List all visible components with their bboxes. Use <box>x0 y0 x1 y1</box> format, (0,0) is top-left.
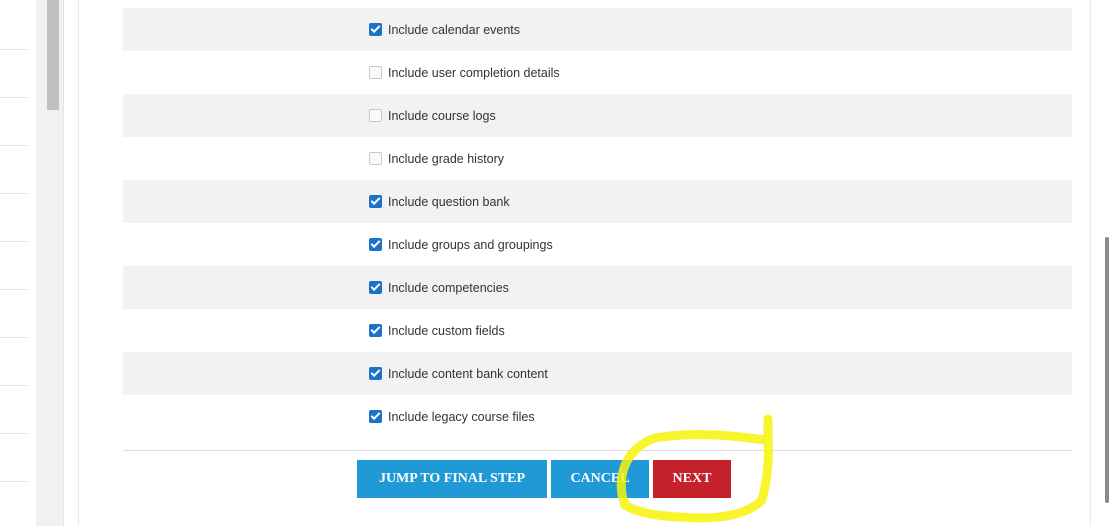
form-divider <box>123 450 1072 451</box>
gutter-tick <box>0 385 28 386</box>
backup-option-label[interactable]: Include custom fields <box>388 324 505 338</box>
gutter-tick <box>0 433 28 434</box>
backup-option-row[interactable]: Include calendar events <box>123 8 1072 51</box>
backup-option-row[interactable]: Include legacy course files <box>123 395 1072 438</box>
gutter-tick <box>0 241 28 242</box>
backup-option-row[interactable]: Include user completion details <box>123 51 1072 94</box>
cancel-button[interactable]: CANCEL <box>551 460 649 498</box>
jump-to-final-step-button[interactable]: JUMP TO FINAL STEP <box>357 460 547 498</box>
backup-settings-panel: Include calendar events Include user comp… <box>78 0 1091 526</box>
left-gutter <box>0 0 36 526</box>
backup-option-row[interactable]: Include custom fields <box>123 309 1072 352</box>
page-scrollbar[interactable] <box>1092 0 1110 526</box>
gutter-tick <box>0 145 28 146</box>
page-scrollbar-thumb[interactable] <box>1105 237 1109 503</box>
backup-option-label[interactable]: Include groups and groupings <box>388 238 553 252</box>
checkbox-checked[interactable] <box>369 23 382 36</box>
checkbox-checked[interactable] <box>369 281 382 294</box>
backup-option-row[interactable]: Include grade history <box>123 137 1072 180</box>
backup-option-row[interactable]: Include question bank <box>123 180 1072 223</box>
backup-option-label[interactable]: Include content bank content <box>388 367 548 381</box>
checkbox-checked[interactable] <box>369 238 382 251</box>
backup-option-label[interactable]: Include competencies <box>388 281 509 295</box>
gutter-tick <box>0 289 28 290</box>
backup-option-row[interactable]: Include groups and groupings <box>123 223 1072 266</box>
drawer-scrollbar[interactable] <box>36 0 64 526</box>
next-button[interactable]: NEXT <box>653 460 731 498</box>
gutter-tick <box>0 193 28 194</box>
checkbox-checked[interactable] <box>369 195 382 208</box>
backup-option-label[interactable]: Include legacy course files <box>388 410 535 424</box>
gutter-tick <box>0 337 28 338</box>
backup-option-label[interactable]: Include grade history <box>388 152 504 166</box>
checkbox-checked[interactable] <box>369 367 382 380</box>
backup-options-list: Include calendar events Include user comp… <box>123 8 1072 438</box>
backup-option-row[interactable]: Include competencies <box>123 266 1072 309</box>
drawer-scrollbar-thumb[interactable] <box>47 0 59 110</box>
gutter-tick <box>0 481 28 482</box>
backup-option-label[interactable]: Include course logs <box>388 109 496 123</box>
backup-option-row[interactable]: Include course logs <box>123 94 1072 137</box>
checkbox-unchecked[interactable] <box>369 152 382 165</box>
backup-option-row[interactable]: Include content bank content <box>123 352 1072 395</box>
checkbox-checked[interactable] <box>369 410 382 423</box>
screen: Include calendar events Include user comp… <box>0 0 1110 526</box>
checkbox-unchecked[interactable] <box>369 109 382 122</box>
gutter-tick <box>0 49 28 50</box>
backup-option-label[interactable]: Include user completion details <box>388 66 560 80</box>
backup-option-label[interactable]: Include question bank <box>388 195 510 209</box>
checkbox-checked[interactable] <box>369 324 382 337</box>
checkbox-unchecked[interactable] <box>369 66 382 79</box>
gutter-tick <box>0 97 28 98</box>
backup-option-label[interactable]: Include calendar events <box>388 23 520 37</box>
